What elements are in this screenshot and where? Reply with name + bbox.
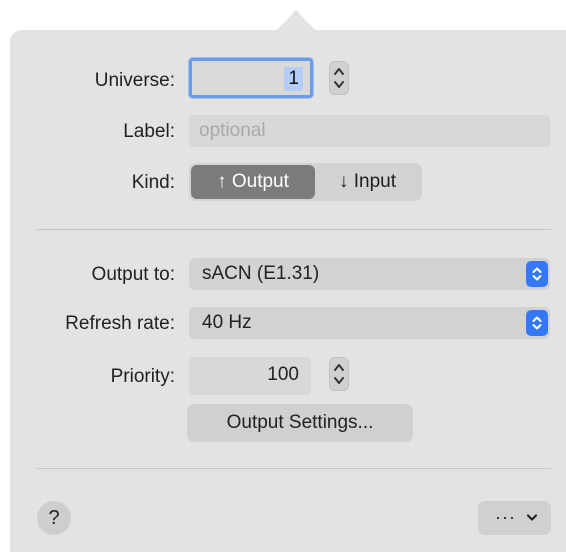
label-input[interactable]: optional <box>189 115 550 147</box>
output-to-popup[interactable]: sACN (E1.31) <box>189 258 550 290</box>
popup-chevrons-icon <box>526 310 548 336</box>
more-options-button[interactable]: ··· <box>478 501 551 535</box>
priority-label: Priority: <box>110 366 175 387</box>
divider <box>37 229 551 230</box>
output-to-label: Output to: <box>91 264 175 285</box>
priority-field[interactable]: 100 <box>189 357 311 395</box>
refresh-rate-label: Refresh rate: <box>65 313 175 334</box>
kind-output-segment[interactable]: ↑ Output <box>191 165 315 199</box>
chevron-down-icon <box>526 514 538 521</box>
universe-value: 1 <box>284 67 303 91</box>
more-icon: ··· <box>495 507 516 527</box>
stepper-icon <box>334 364 344 384</box>
refresh-rate-value: 40 Hz <box>202 312 252 333</box>
help-icon: ? <box>48 507 60 529</box>
label-placeholder: optional <box>199 120 266 141</box>
universe-settings-popover <box>10 30 566 552</box>
kind-input-segment[interactable]: ↓ Input <box>315 165 420 199</box>
help-button[interactable]: ? <box>37 501 71 535</box>
kind-segmented-control: ↑ Output ↓ Input <box>189 163 422 201</box>
divider <box>37 468 551 469</box>
universe-field[interactable]: 1 <box>189 58 313 98</box>
popup-chevrons-icon <box>526 261 548 287</box>
priority-stepper[interactable] <box>329 357 349 391</box>
output-to-value: sACN (E1.31) <box>202 263 320 284</box>
priority-value: 100 <box>267 364 299 385</box>
refresh-rate-popup[interactable]: 40 Hz <box>189 307 550 339</box>
stepper-icon <box>334 68 344 88</box>
output-settings-button[interactable]: Output Settings... <box>187 404 413 442</box>
universe-label: Universe: <box>94 70 175 91</box>
label-field-label: Label: <box>123 121 175 142</box>
popover-arrow <box>276 10 316 31</box>
kind-label: Kind: <box>131 172 175 193</box>
universe-stepper[interactable] <box>329 61 349 95</box>
